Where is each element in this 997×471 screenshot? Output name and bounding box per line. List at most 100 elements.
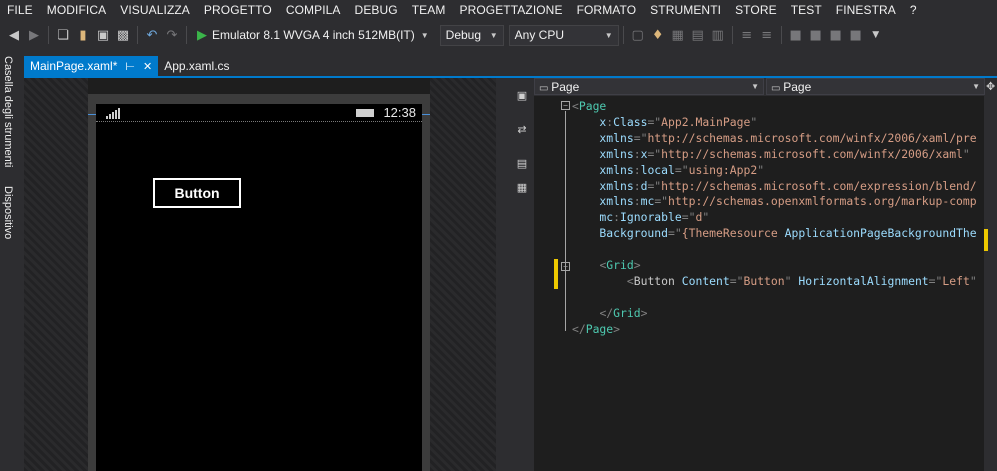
clear-bookmark-icon[interactable]: ■ <box>846 25 866 45</box>
horizontal-split-icon[interactable]: ▤ <box>515 156 529 170</box>
nav-scope-select[interactable]: ▭ Page ▼ <box>534 78 764 95</box>
menu-item[interactable]: STRUMENTI <box>643 3 728 17</box>
split-handle-icon[interactable]: ✥ <box>986 80 996 94</box>
toolbox-tab[interactable]: Casella degli strumenti <box>2 56 14 167</box>
xaml-code-editor[interactable]: − − <Page x:Class="App2.MainPage" xmlns=… <box>534 96 984 471</box>
menu-item[interactable]: VISUALIZZA <box>113 3 197 17</box>
nav-member-select[interactable]: ▭ Page ▼ <box>766 78 985 95</box>
menu-item[interactable]: PROGETTO <box>197 3 279 17</box>
close-icon[interactable]: ✕ <box>143 60 152 73</box>
platform-select-value: Any CPU <box>514 28 565 42</box>
selection-marker <box>88 114 96 115</box>
code-token: : <box>633 146 641 161</box>
code-token: =" <box>674 162 689 177</box>
code-line: x:Class="App2.MainPage" <box>572 115 757 129</box>
phone-screen[interactable]: 12:38 Button <box>96 104 422 471</box>
menu-item[interactable]: STORE <box>728 3 784 17</box>
code-token: =" <box>647 146 662 161</box>
split-view-toolbar: ▣ ⇄ ▤ ▦ <box>510 78 534 471</box>
code-token: > <box>640 305 648 320</box>
new-project-icon[interactable]: ❏ <box>53 25 73 45</box>
change-marker <box>554 259 558 289</box>
vertical-split-icon[interactable]: ▦ <box>515 180 529 194</box>
device-tab[interactable]: Dispositivo <box>2 186 14 239</box>
uncomment-icon[interactable]: ≡ <box>757 25 777 45</box>
swap-panes-icon[interactable]: ⇄ <box>515 122 529 136</box>
code-token: =" <box>654 194 669 209</box>
menu-item[interactable]: TEAM <box>405 3 453 17</box>
scroll-change-marker <box>984 229 988 251</box>
fold-toggle[interactable]: − <box>561 101 570 110</box>
code-token: </ <box>572 321 586 336</box>
nav-member-value: Page <box>783 79 812 94</box>
find-icon[interactable]: ♦ <box>648 25 668 45</box>
editor-scrollbar[interactable] <box>984 96 997 471</box>
design-view-icon[interactable]: ▣ <box>515 88 529 102</box>
forward-icon[interactable]: ▶ <box>24 25 44 45</box>
designer-button[interactable]: Button <box>153 178 241 208</box>
code-token: Content <box>674 273 730 288</box>
format-icon[interactable]: ▥ <box>708 25 728 45</box>
run-button[interactable]: ▶ Emulator 8.1 WVGA 4 inch 512MB(IT) ▼ <box>191 24 435 46</box>
next-bookmark-icon[interactable]: ■ <box>826 25 846 45</box>
save-all-icon[interactable]: ▩ <box>113 25 133 45</box>
code-token: =" <box>647 114 662 129</box>
code-token: mc <box>572 210 614 225</box>
chevron-down-icon: ▼ <box>751 82 759 91</box>
align-icon[interactable]: ▤ <box>688 25 708 45</box>
code-token: =" <box>633 130 648 145</box>
menu-item[interactable]: MODIFICA <box>40 3 113 17</box>
menu-item[interactable]: DEBUG <box>348 3 405 17</box>
menu-item[interactable]: COMPILA <box>279 3 348 17</box>
back-icon[interactable]: ◀ <box>4 25 24 45</box>
config-select-value: Debug <box>445 28 482 42</box>
signal-icon <box>106 108 120 119</box>
code-token: xmlns <box>572 194 634 209</box>
code-token: Page <box>578 99 607 113</box>
comment-icon[interactable]: ≡ <box>737 25 757 45</box>
code-token: < <box>626 273 634 288</box>
menu-item[interactable]: FILE <box>0 3 40 17</box>
code-token: =" <box>928 273 943 288</box>
toolbar-overflow-icon[interactable]: ▼ <box>866 25 886 45</box>
code-token: " <box>702 210 710 225</box>
chevron-down-icon[interactable]: ▼ <box>421 31 429 40</box>
code-token: " <box>757 162 765 177</box>
code-token: Grid <box>613 305 641 320</box>
save-icon[interactable]: ▣ <box>93 25 113 45</box>
menu-item[interactable]: TEST <box>784 3 829 17</box>
element-icon: ▭ <box>539 82 552 94</box>
prev-bookmark-icon[interactable]: ■ <box>806 25 826 45</box>
open-folder-icon[interactable]: ▮ <box>73 25 93 45</box>
xaml-designer[interactable]: 12:38 Button <box>24 78 496 471</box>
undo-icon[interactable]: ↶ <box>142 25 162 45</box>
code-token: < <box>572 99 579 113</box>
menu-item[interactable]: FORMATO <box>570 3 644 17</box>
code-token: Grid <box>606 258 634 272</box>
redo-icon[interactable]: ↷ <box>162 25 182 45</box>
platform-select[interactable]: Any CPU ▼ <box>508 24 619 46</box>
layout-icon[interactable]: ▦ <box>668 25 688 45</box>
tab-mainpage-xaml[interactable]: MainPage.xaml* ⊢ ✕ <box>24 56 159 76</box>
device-icon[interactable]: ▢ <box>628 25 648 45</box>
code-token: : <box>613 210 621 225</box>
code-token: x <box>572 114 607 129</box>
play-icon: ▶ <box>197 27 207 42</box>
menu-item[interactable]: ? <box>903 3 924 17</box>
chevron-down-icon: ▼ <box>604 30 613 40</box>
menu-item[interactable]: FINESTRA <box>829 3 903 17</box>
phone-status-bar: 12:38 <box>96 104 422 122</box>
tab-app-xaml-cs[interactable]: App.xaml.cs <box>158 56 235 76</box>
code-token: HorizontalAlignment <box>791 273 929 288</box>
menu-item[interactable]: PROGETTAZIONE <box>452 3 569 17</box>
selection-marker <box>422 114 430 115</box>
code-token: http://schemas.microsoft.com/winfx/2006/… <box>647 130 977 145</box>
toolbar-separator <box>137 26 138 44</box>
fold-toggle[interactable]: − <box>561 262 570 271</box>
pin-icon[interactable]: ⊢ <box>125 60 135 73</box>
config-select[interactable]: Debug ▼ <box>439 24 504 46</box>
bookmark-icon[interactable]: ■ <box>786 25 806 45</box>
